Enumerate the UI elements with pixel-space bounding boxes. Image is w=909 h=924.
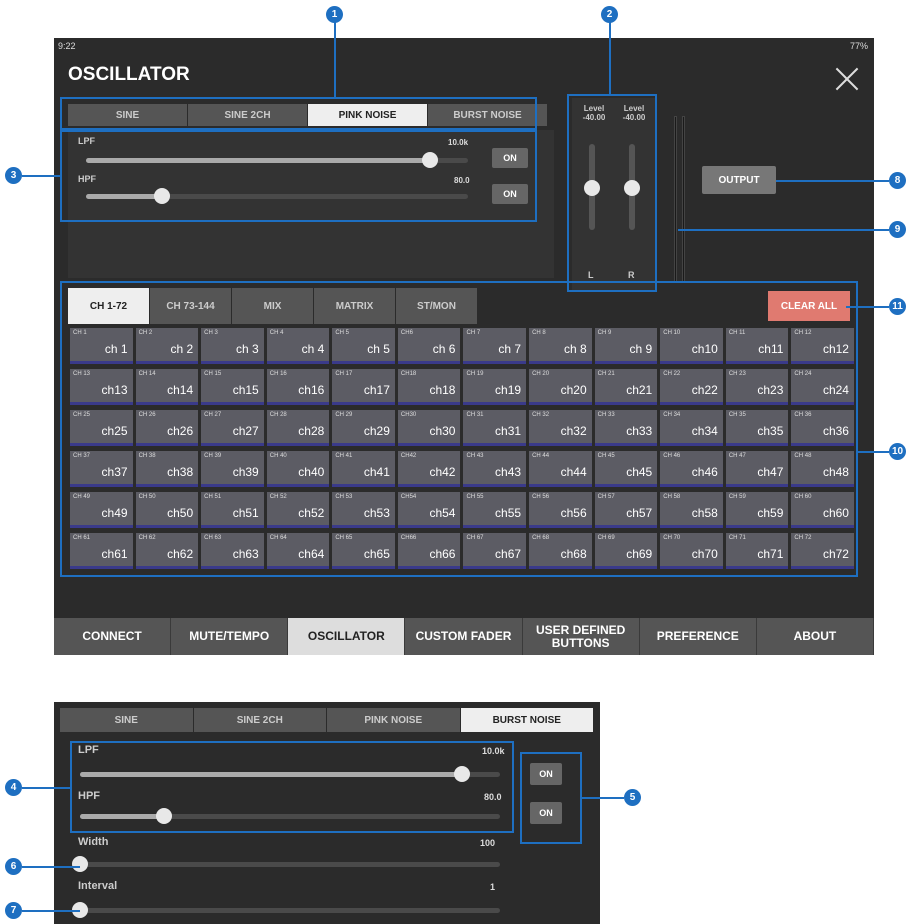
callout-4-leader bbox=[22, 787, 70, 789]
width-value: 100 bbox=[480, 838, 496, 848]
callout-1-leader bbox=[334, 22, 336, 97]
tab-preference[interactable]: PREFERENCE bbox=[640, 618, 757, 655]
callout-5: 5 bbox=[624, 789, 641, 806]
tab-oscillator[interactable]: OSCILLATOR bbox=[288, 618, 406, 655]
tab-custom-fader[interactable]: CUSTOM FADER bbox=[405, 618, 523, 655]
callout-2: 2 bbox=[601, 6, 618, 23]
callout-5-leader bbox=[582, 797, 624, 799]
burst-mode-pink-noise[interactable]: PINK NOISE bbox=[327, 708, 461, 732]
tab-mute-tempo[interactable]: MUTE/TEMPO bbox=[171, 618, 289, 655]
burst-filter-callout-box bbox=[70, 741, 514, 833]
output-meter-right bbox=[682, 116, 685, 282]
callout-3: 3 bbox=[5, 167, 22, 184]
tab-connect[interactable]: CONNECT bbox=[54, 618, 172, 655]
burst-mode-sine-2ch[interactable]: SINE 2CH bbox=[193, 708, 327, 732]
callout-8: 8 bbox=[889, 172, 906, 189]
width-slider[interactable] bbox=[72, 856, 500, 872]
width-label: Width bbox=[78, 836, 109, 848]
callout-9: 9 bbox=[889, 221, 906, 238]
callout-11: 11 bbox=[889, 298, 906, 315]
tab-user-defined-buttons[interactable]: USER DEFINED BUTTONS bbox=[523, 618, 640, 655]
callout-11-leader bbox=[846, 306, 889, 308]
callout-3-leader bbox=[22, 175, 60, 177]
callout-7: 7 bbox=[5, 902, 22, 919]
burst-mode-burst-noise[interactable]: BURST NOISE bbox=[460, 708, 594, 732]
output-button[interactable]: OUTPUT bbox=[702, 166, 776, 194]
callout-6-leader bbox=[22, 866, 80, 868]
level-callout-box bbox=[567, 94, 657, 292]
close-icon[interactable] bbox=[834, 66, 860, 92]
interval-slider[interactable] bbox=[72, 902, 500, 918]
burst-mode-selector: SINE SINE 2CH PINK NOISE BURST NOISE bbox=[60, 708, 594, 732]
interval-label: Interval bbox=[78, 880, 118, 892]
filter-callout-box bbox=[60, 130, 537, 222]
callout-2-leader bbox=[609, 22, 611, 94]
callout-8-leader bbox=[776, 180, 889, 182]
burst-on-callout-box bbox=[520, 752, 582, 844]
bottom-tab-bar: CONNECT MUTE/TEMPO OSCILLATOR CUSTOM FAD… bbox=[54, 618, 874, 655]
callout-9-leader bbox=[678, 229, 889, 231]
page-title: OSCILLATOR bbox=[68, 64, 190, 85]
status-time: 9:22 bbox=[58, 41, 76, 51]
output-meter-left bbox=[674, 116, 677, 282]
burst-mode-sine[interactable]: SINE bbox=[60, 708, 194, 732]
callout-7-leader bbox=[22, 910, 80, 912]
channel-callout-box bbox=[60, 281, 858, 577]
callout-10: 10 bbox=[889, 443, 906, 460]
interval-value: 1 bbox=[490, 882, 496, 892]
tab-about[interactable]: ABOUT bbox=[757, 618, 874, 655]
status-battery: 77% bbox=[849, 41, 868, 51]
callout-6: 6 bbox=[5, 858, 22, 875]
status-bar: 9:22 77% bbox=[54, 38, 874, 54]
callout-10-leader bbox=[858, 451, 889, 453]
callout-4: 4 bbox=[5, 779, 22, 796]
callout-1: 1 bbox=[326, 6, 343, 23]
mode-selector-callout-box bbox=[60, 97, 537, 130]
width-slider-knob[interactable] bbox=[72, 856, 88, 872]
